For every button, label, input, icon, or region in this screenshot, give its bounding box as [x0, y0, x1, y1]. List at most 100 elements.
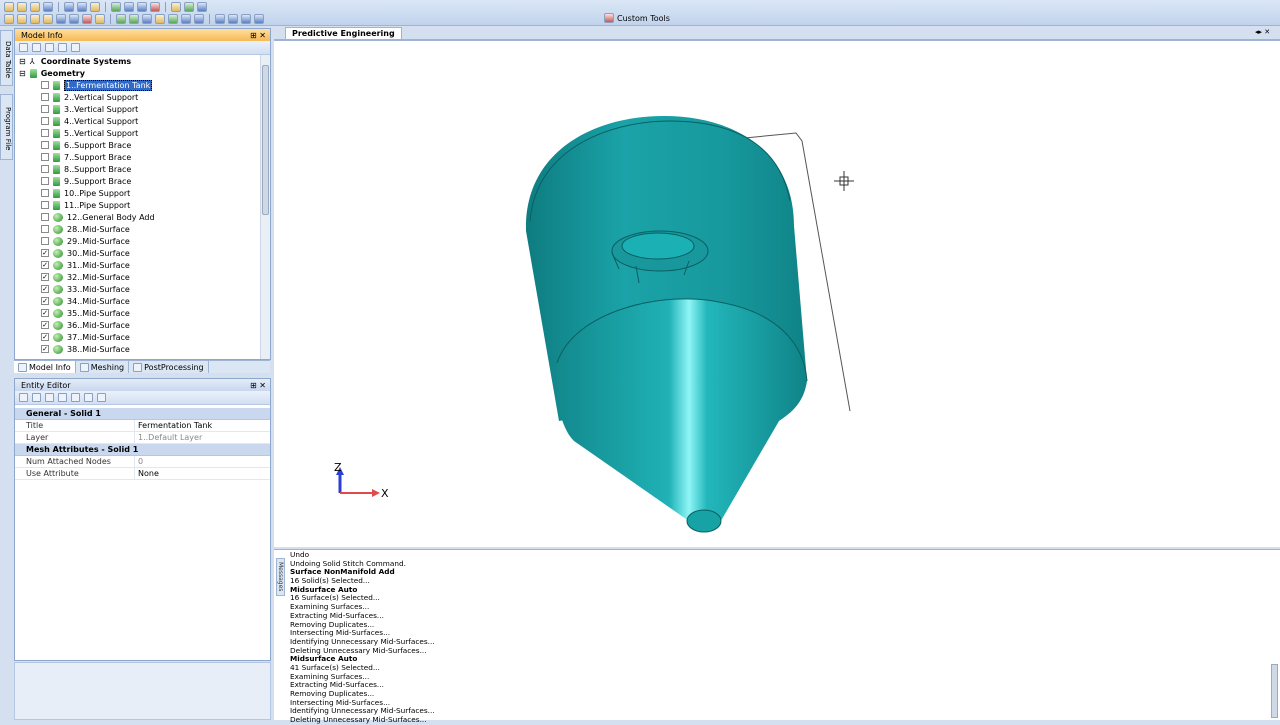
- show-icon[interactable]: [116, 13, 126, 24]
- tree-item[interactable]: ✓ 32..Mid-Surface: [15, 271, 260, 283]
- visibility-checkbox[interactable]: [41, 213, 49, 221]
- scroll-thumb[interactable]: [262, 65, 269, 215]
- filter-icon[interactable]: [82, 13, 92, 24]
- tree-item[interactable]: 9..Support Brace: [15, 175, 260, 187]
- load-icon[interactable]: [56, 13, 66, 24]
- align-icon[interactable]: [215, 13, 225, 24]
- zoom-icon[interactable]: [90, 1, 100, 12]
- data-table-tab[interactable]: Data Table: [0, 30, 13, 86]
- refresh-icon[interactable]: [32, 393, 41, 402]
- visibility-checkbox[interactable]: ✓: [41, 273, 49, 281]
- tree-item[interactable]: ✓ 33..Mid-Surface: [15, 283, 260, 295]
- material-icon[interactable]: [30, 13, 40, 24]
- tree-item[interactable]: ⊟ Geometry: [15, 67, 260, 79]
- section-header[interactable]: General - Solid 1: [15, 408, 270, 420]
- tree-item[interactable]: ⊟ ⅄ Coordinate Systems: [15, 55, 260, 67]
- tab-model-info[interactable]: Model Info: [14, 361, 76, 373]
- save-icon[interactable]: [30, 1, 40, 12]
- view-icon[interactable]: [64, 1, 74, 12]
- tree-item[interactable]: 4..Vertical Support: [15, 115, 260, 127]
- tab-meshing[interactable]: Meshing: [76, 361, 130, 373]
- pin-icon[interactable]: ⊞: [250, 381, 257, 390]
- tree-item[interactable]: ✓ 31..Mid-Surface: [15, 259, 260, 271]
- property-value[interactable]: 1..Default Layer: [135, 432, 202, 443]
- tree-item[interactable]: ✓ 30..Mid-Surface: [15, 247, 260, 259]
- visibility-checkbox[interactable]: [41, 105, 49, 113]
- redo-icon[interactable]: [97, 393, 106, 402]
- delete-icon[interactable]: [150, 1, 160, 12]
- magnify-icon[interactable]: [137, 1, 147, 12]
- visibility-checkbox[interactable]: ✓: [41, 261, 49, 269]
- new-icon[interactable]: [4, 1, 14, 12]
- custom-tools-button[interactable]: Custom Tools: [604, 12, 670, 24]
- chevron-right-icon[interactable]: ▸: [1259, 28, 1263, 36]
- visibility-checkbox[interactable]: ✓: [41, 309, 49, 317]
- tree-item[interactable]: ✓ 35..Mid-Surface: [15, 307, 260, 319]
- expand-icon[interactable]: [19, 43, 28, 52]
- tree-item[interactable]: ✓ 37..Mid-Surface: [15, 331, 260, 343]
- undo-icon[interactable]: [84, 393, 93, 402]
- program-file-tab[interactable]: Program File: [0, 94, 13, 160]
- lock-icon[interactable]: [19, 393, 28, 402]
- visibility-checkbox[interactable]: [41, 165, 49, 173]
- collapse-icon[interactable]: ⊟: [19, 57, 26, 66]
- constraint-icon[interactable]: [69, 13, 79, 24]
- folder-icon[interactable]: [32, 43, 41, 52]
- visibility-checkbox[interactable]: [41, 237, 49, 245]
- section-header[interactable]: Mesh Attributes - Solid 1: [15, 444, 270, 456]
- tree-item[interactable]: 11..Pipe Support: [15, 199, 260, 211]
- visibility-checkbox[interactable]: ✓: [41, 345, 49, 353]
- tree-item[interactable]: 28..Mid-Surface: [15, 223, 260, 235]
- visibility-checkbox[interactable]: ✓: [41, 297, 49, 305]
- visibility-checkbox[interactable]: ✓: [41, 333, 49, 341]
- tree-item[interactable]: 8..Support Brace: [15, 163, 260, 175]
- visibility-checkbox[interactable]: [41, 117, 49, 125]
- pan-icon[interactable]: [124, 1, 134, 12]
- layer-icon[interactable]: [4, 13, 14, 24]
- tree-item[interactable]: ✓ 34..Mid-Surface: [15, 295, 260, 307]
- expand-all-icon[interactable]: [71, 393, 80, 402]
- messages-scrollbar[interactable]: [1271, 664, 1278, 718]
- property-row[interactable]: Layer 1..Default Layer: [15, 432, 270, 444]
- visibility-checkbox[interactable]: ✓: [41, 321, 49, 329]
- rotate-icon[interactable]: [77, 1, 87, 12]
- group-icon[interactable]: [17, 13, 27, 24]
- property-icon[interactable]: [43, 13, 53, 24]
- visibility-checkbox[interactable]: [41, 81, 49, 89]
- table-icon[interactable]: [254, 13, 264, 24]
- print-icon[interactable]: [43, 1, 53, 12]
- property-row[interactable]: Title Fermentation Tank: [15, 420, 270, 432]
- visibility-checkbox[interactable]: [41, 201, 49, 209]
- color-icon[interactable]: [168, 13, 178, 24]
- visibility-checkbox[interactable]: [41, 225, 49, 233]
- distribute-icon[interactable]: [228, 13, 238, 24]
- close-icon[interactable]: ✕: [259, 381, 266, 390]
- move-icon[interactable]: [58, 43, 67, 52]
- tree-scrollbar[interactable]: [260, 55, 270, 359]
- grid-icon[interactable]: [241, 13, 251, 24]
- visibility-checkbox[interactable]: [41, 93, 49, 101]
- check-icon[interactable]: [95, 13, 105, 24]
- messages-tab[interactable]: Messages: [276, 558, 285, 596]
- tree-item[interactable]: 1..Fermentation Tank: [15, 79, 260, 91]
- visibility-checkbox[interactable]: [41, 129, 49, 137]
- hide-icon[interactable]: [129, 13, 139, 24]
- analysis-icon[interactable]: [197, 1, 207, 12]
- visibility-checkbox[interactable]: [41, 153, 49, 161]
- tree-item[interactable]: 10..Pipe Support: [15, 187, 260, 199]
- measure-icon[interactable]: [194, 13, 204, 24]
- visibility-checkbox[interactable]: [41, 177, 49, 185]
- property-row[interactable]: Num Attached Nodes 0: [15, 456, 270, 468]
- sort-icon[interactable]: [58, 393, 67, 402]
- view-tab[interactable]: Predictive Engineering: [285, 27, 402, 39]
- settings-icon[interactable]: [71, 43, 80, 52]
- property-value[interactable]: Fermentation Tank: [135, 420, 212, 431]
- text-icon[interactable]: [181, 13, 191, 24]
- collapse-icon[interactable]: ⊟: [19, 69, 26, 78]
- visibility-checkbox[interactable]: [41, 189, 49, 197]
- workplane-icon[interactable]: [155, 13, 165, 24]
- visibility-checkbox[interactable]: [41, 141, 49, 149]
- graphics-viewport[interactable]: Z X: [274, 39, 1280, 547]
- tree-item[interactable]: 12..General Body Add: [15, 211, 260, 223]
- tree-item[interactable]: 6..Support Brace: [15, 139, 260, 151]
